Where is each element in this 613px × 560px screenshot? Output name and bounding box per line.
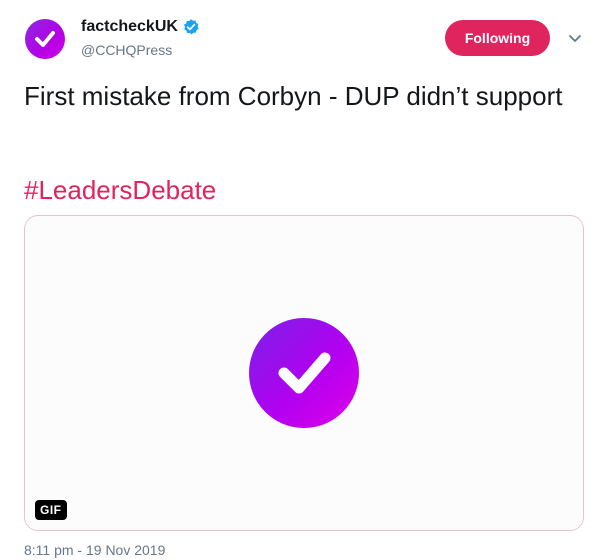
checkmark-logo-icon xyxy=(249,318,359,428)
tweet-text: First mistake from Corbyn - DUP didn’t s… xyxy=(24,81,563,111)
verified-badge-icon xyxy=(182,18,200,36)
checkmark-logo-icon xyxy=(35,31,55,47)
media-gif[interactable]: GIF xyxy=(24,215,584,531)
following-button[interactable]: Following xyxy=(445,20,550,56)
author-handle[interactable]: @CCHQPress xyxy=(81,42,172,58)
author-name-row: factcheckUK xyxy=(81,18,200,36)
chevron-down-icon[interactable] xyxy=(566,30,584,48)
hashtag-link[interactable]: #LeadersDebate xyxy=(24,174,216,206)
timestamp[interactable]: 8:11 pm - 19 Nov 2019 xyxy=(24,542,165,558)
avatar[interactable] xyxy=(25,19,65,59)
display-name[interactable]: factcheckUK xyxy=(81,18,178,36)
gif-badge: GIF xyxy=(35,500,67,520)
